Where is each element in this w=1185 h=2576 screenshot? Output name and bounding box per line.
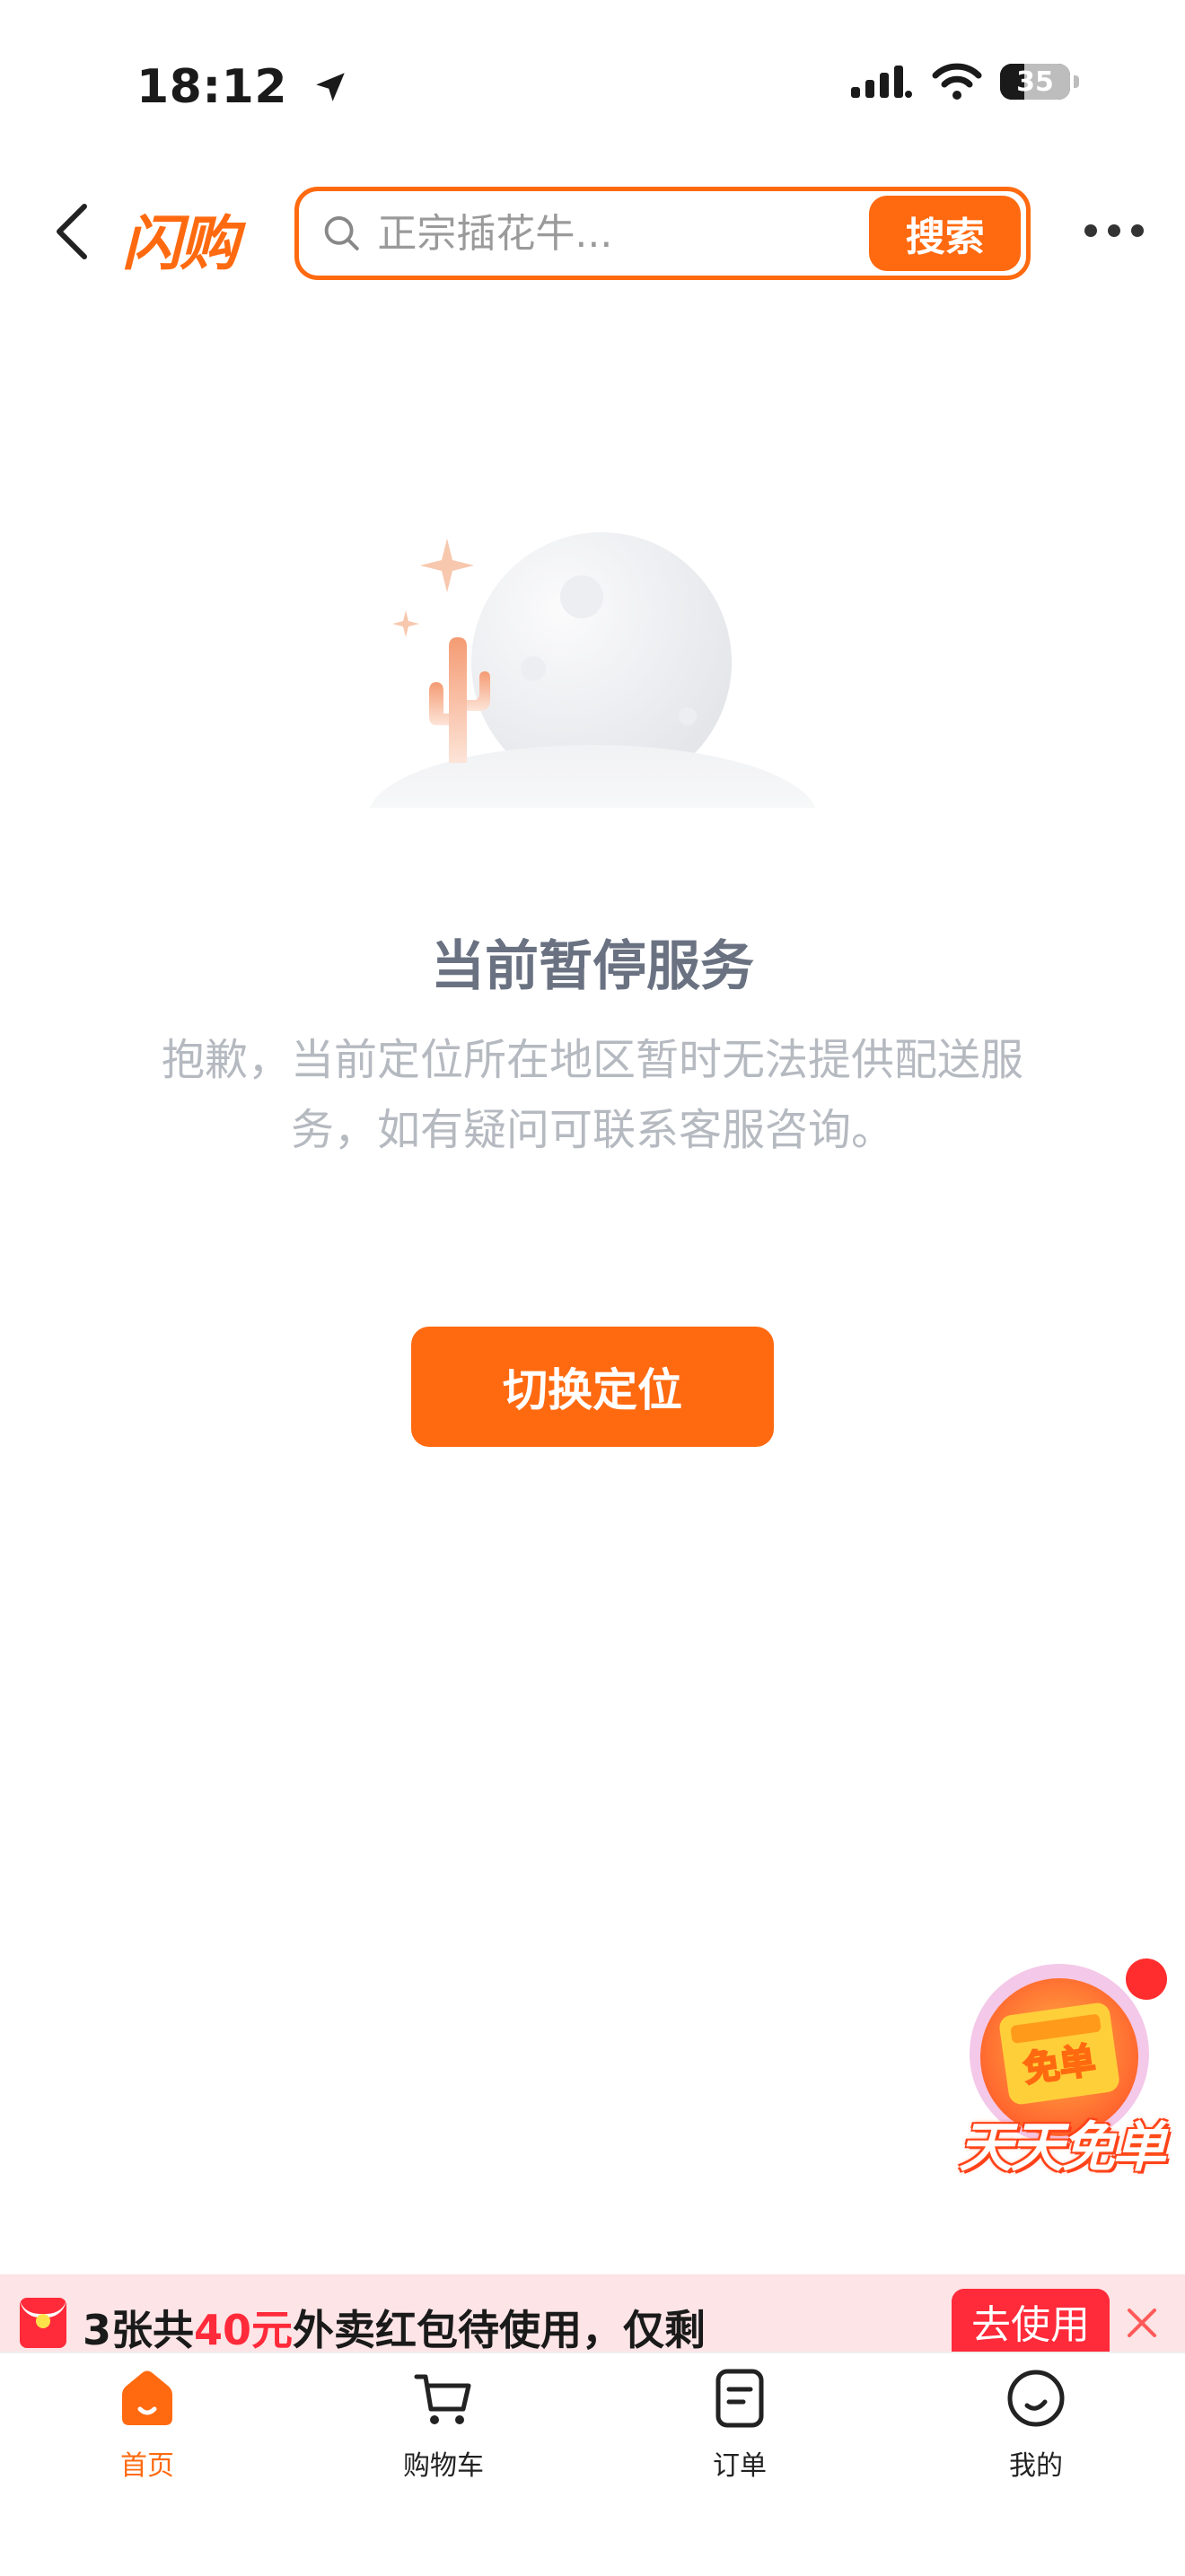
notification-dot (1126, 1958, 1167, 2000)
use-red-packet-button[interactable]: 去使用 (952, 2289, 1110, 2353)
home-icon (122, 2370, 172, 2425)
battery-cap (1074, 75, 1079, 88)
status-time: 18:12 (136, 57, 349, 114)
search-button[interactable]: 搜索 (869, 196, 1021, 271)
tab-orders[interactable]: 订单 (650, 2366, 830, 2483)
red-packet-icon (20, 2298, 66, 2348)
close-icon[interactable] (1124, 2305, 1160, 2341)
battery-level: 35 (1016, 66, 1054, 98)
cart-icon (414, 2374, 471, 2424)
status-indicators: 35 (851, 63, 1079, 101)
tab-home[interactable]: 首页 (57, 2366, 237, 2483)
tab-cart-label: 购物车 (403, 2450, 484, 2482)
red-packet-text: 3张共40元外卖红包待使用，仅剩 (83, 2298, 706, 2357)
empty-state-title: 当前暂停服务 (431, 935, 754, 998)
search-bar[interactable]: 搜索 (294, 187, 1031, 280)
empty-state-description: 抱歉，当前定位所在地区暂时无法提供配送服务，如有疑问可联系客服咨询。 (161, 1035, 1023, 1155)
brand-logo: 闪购 (122, 209, 239, 278)
order-icon (715, 2369, 764, 2428)
banner-suffix: 外卖红包待使用，仅剩 (293, 2306, 707, 2354)
signal-icon (851, 66, 912, 98)
wifi-icon (932, 63, 982, 100)
status-time-text: 18:12 (136, 60, 288, 114)
tab-profile[interactable]: 我的 (946, 2366, 1126, 2483)
tab-cart[interactable]: 购物车 (354, 2366, 533, 2483)
tab-profile-label: 我的 (1009, 2450, 1063, 2482)
battery-indicator: 35 (1000, 64, 1070, 100)
empty-state-illustration (369, 532, 816, 808)
promo-slogan[interactable]: 天天免单 (939, 2104, 1183, 2182)
banner-amount: 40元 (194, 2306, 294, 2354)
profile-icon (1007, 2370, 1065, 2427)
more-options-icon[interactable] (1084, 224, 1144, 237)
switch-location-button[interactable]: 切换定位 (411, 1327, 774, 1447)
back-icon[interactable] (52, 203, 92, 260)
tab-home-label: 首页 (120, 2450, 174, 2482)
search-icon (324, 216, 359, 250)
location-arrow-icon (315, 73, 345, 101)
search-input[interactable] (377, 210, 870, 257)
tab-orders-label: 订单 (713, 2450, 767, 2482)
banner-prefix: 3张共 (83, 2306, 195, 2354)
